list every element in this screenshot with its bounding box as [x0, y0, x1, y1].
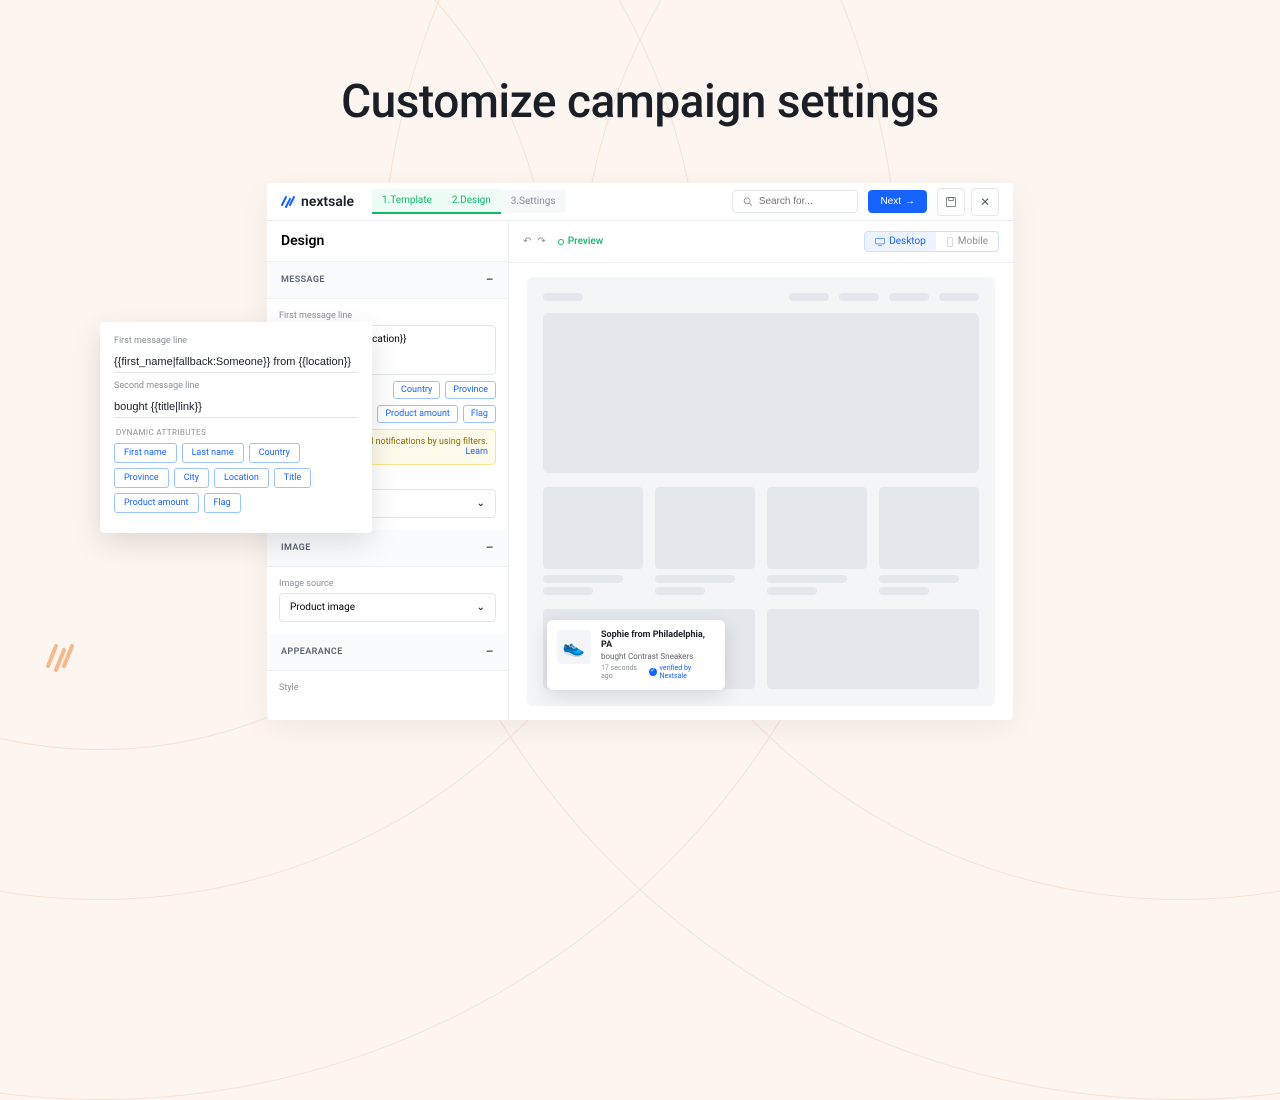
topbar: nextsale 1.Template 2.Design 3.Settings … [267, 183, 1013, 221]
dot-icon [558, 239, 564, 245]
first-line-label: First message line [279, 311, 496, 321]
attr-chip[interactable]: Title [274, 468, 311, 488]
skel [767, 587, 817, 595]
popover-second-label: Second message line [114, 381, 358, 391]
save-icon [945, 196, 957, 208]
breadcrumb-steps: 1.Template 2.Design 3.Settings [372, 189, 566, 214]
skel [655, 575, 735, 583]
search-input-wrapper[interactable] [732, 190, 858, 213]
chip-country[interactable]: Country [393, 381, 440, 399]
chevron-down-icon: ⌄ [477, 498, 485, 509]
skel-hero [543, 313, 979, 473]
skel [543, 587, 593, 595]
search-icon [743, 196, 752, 207]
search-input[interactable] [759, 196, 848, 207]
skel [655, 487, 755, 569]
chip-product-amount[interactable]: Product amount [377, 405, 458, 423]
popover-first-label: First message line [114, 336, 358, 346]
skel [767, 487, 867, 569]
chip-province[interactable]: Province [445, 381, 496, 399]
section-image-body: Image source Product image ⌄ [267, 567, 508, 634]
desktop-icon [875, 237, 885, 247]
skel [889, 293, 929, 301]
attr-chip[interactable]: Last name [182, 443, 244, 463]
save-icon-button[interactable] [937, 188, 965, 216]
dynamic-attrs-title: DYNAMIC ATTRIBUTES [116, 428, 356, 437]
learn-link[interactable]: Learn [465, 447, 488, 457]
chip-flag[interactable]: Flag [463, 405, 496, 423]
notif-verified: verified by Nextsale [660, 664, 715, 680]
mobile-icon [946, 237, 954, 247]
step-template[interactable]: 1.Template [372, 189, 442, 214]
arrow-right-icon: → [905, 196, 915, 207]
attr-chip[interactable]: Flag [204, 493, 241, 513]
view-toggle: Desktop Mobile [864, 231, 999, 252]
skel [543, 487, 643, 569]
view-mobile[interactable]: Mobile [936, 232, 998, 251]
dynamic-attrs: First name Last name Country Province Ci… [114, 443, 358, 513]
step-design[interactable]: 2.Design [442, 189, 501, 214]
skel [879, 575, 959, 583]
popover-second-input[interactable] [114, 397, 358, 418]
skel [543, 293, 583, 301]
undo-icon[interactable]: ↶ [523, 236, 531, 247]
attr-chip[interactable]: Province [114, 468, 169, 488]
section-image-head[interactable]: IMAGE − [267, 530, 508, 567]
section-appearance-body: Style [267, 671, 508, 709]
step-settings[interactable]: 3.Settings [501, 190, 566, 213]
style-label: Style [279, 683, 496, 693]
attr-chip[interactable]: City [174, 468, 209, 488]
notif-subtitle: bought Contrast Sneakers [601, 652, 715, 661]
skel [879, 587, 929, 595]
app-window: nextsale 1.Template 2.Design 3.Settings … [267, 183, 1013, 720]
skel [543, 575, 623, 583]
redo-icon[interactable]: ↷ [537, 236, 545, 247]
close-button[interactable]: ✕ [971, 188, 999, 216]
sidebar-title: Design [267, 221, 508, 262]
attr-chip[interactable]: First name [114, 443, 177, 463]
preview-link[interactable]: Preview [558, 236, 603, 247]
next-label: Next [880, 196, 901, 207]
skel [839, 293, 879, 301]
attr-chip[interactable]: Product amount [114, 493, 199, 513]
brand-text: nextsale [301, 194, 354, 210]
skel [939, 293, 979, 301]
preview-canvas: 👟 Sophie from Philadelphia, PA bought Co… [509, 263, 1013, 720]
product-thumb: 👟 [557, 630, 591, 664]
image-source-select[interactable]: Product image ⌄ [279, 593, 496, 622]
skel [789, 293, 829, 301]
brand-watermark [44, 638, 80, 674]
view-desktop[interactable]: Desktop [865, 232, 936, 251]
skel-grid [543, 487, 979, 595]
verified-icon [649, 668, 656, 676]
message-popover: First message line Second message line D… [100, 322, 372, 533]
logo-icon [281, 194, 297, 210]
close-icon: ✕ [980, 195, 990, 209]
attr-chip[interactable]: Location [214, 468, 269, 488]
page-title: Customize campaign settings [0, 75, 1280, 129]
skeleton-frame: 👟 Sophie from Philadelphia, PA bought Co… [527, 277, 995, 706]
attr-chip[interactable]: Country [249, 443, 300, 463]
section-message-head[interactable]: MESSAGE − [267, 262, 508, 299]
skel [655, 587, 705, 595]
skel [767, 575, 847, 583]
skel [767, 609, 979, 689]
chevron-down-icon: ⌄ [477, 602, 485, 613]
image-source-label: Image source [279, 579, 496, 589]
collapse-icon[interactable]: − [486, 540, 494, 556]
next-button[interactable]: Next → [868, 190, 927, 213]
section-appearance-head[interactable]: APPEARANCE − [267, 634, 508, 671]
notif-time: 17 seconds ago [601, 664, 646, 680]
preview-toolbar: ↶ ↷ Preview Desktop Mobile [509, 221, 1013, 263]
collapse-icon[interactable]: − [486, 272, 494, 288]
collapse-icon[interactable]: − [486, 644, 494, 660]
skel [879, 487, 979, 569]
brand-logo[interactable]: nextsale [281, 194, 354, 210]
notif-title: Sophie from Philadelphia, PA [601, 630, 715, 650]
popover-first-input[interactable] [114, 352, 358, 373]
notification-preview[interactable]: 👟 Sophie from Philadelphia, PA bought Co… [547, 620, 725, 690]
preview-panel: ↶ ↷ Preview Desktop Mobile [509, 221, 1013, 720]
